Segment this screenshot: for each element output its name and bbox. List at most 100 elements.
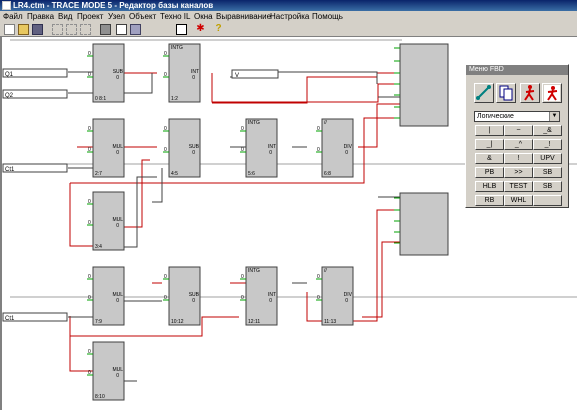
cut-icon[interactable] — [52, 24, 63, 35]
fbd-block[interactable]: 00 SUB00 8:1 — [87, 43, 125, 103]
fbd-block-pin-value: 0 — [88, 349, 91, 355]
menu-edit[interactable]: Правка — [27, 11, 54, 23]
fbd-block-id: 12:11 — [248, 319, 260, 325]
link-icon — [476, 85, 491, 100]
fbd-block[interactable]: //00 DIV011:13 — [316, 266, 354, 326]
fbd-block-header: INTG — [248, 120, 260, 126]
fbd-block-id: 3:4 — [95, 244, 102, 250]
chevron-down-icon[interactable]: ▼ — [549, 112, 559, 121]
input-fields: Q1 Q2 Ct1 Ct1 — [2, 68, 68, 322]
menu-help[interactable]: Помощь — [312, 11, 343, 23]
help-icon[interactable]: ? — [213, 24, 224, 35]
fbd-function-button[interactable]: _^ — [504, 139, 533, 150]
fbd-function-button[interactable]: _! — [533, 139, 562, 150]
fbd-block[interactable]: 00 MUL07:9 — [87, 266, 125, 326]
fbd-block-output-value: 0 — [116, 150, 119, 156]
fbd-block[interactable]: INTG00 INT012:11 — [240, 266, 278, 326]
fbd-block[interactable]: 00 MUL08:10 — [87, 341, 125, 401]
exit-tool-button[interactable] — [542, 83, 562, 103]
fbd-block-pin-value: 0 — [164, 147, 167, 153]
fbd-block-id: 1:2 — [171, 96, 178, 102]
fbd-block-pin-value: 0 — [164, 295, 167, 301]
fbd-block-id: 5:6 — [248, 171, 255, 177]
save-icon[interactable] — [32, 24, 43, 35]
copy-tool-button[interactable] — [496, 83, 516, 103]
fbd-function-button[interactable] — [533, 195, 562, 206]
fbd-block-id: 0 8:1 — [95, 96, 106, 102]
fbd-block[interactable]: INTG00 INT05:6 — [240, 118, 278, 178]
fbd-function-button[interactable]: UPV — [533, 153, 562, 164]
menu-align[interactable]: Выравнивание — [216, 11, 271, 23]
fbd-block-pin-value: 0 — [317, 147, 320, 153]
fbd-function-button[interactable]: TEST — [504, 181, 533, 192]
fbd-block-output-value: 0 — [345, 298, 348, 304]
output-block-top — [394, 43, 449, 127]
fbd-block[interactable]: 00 SUB04:5 — [163, 118, 201, 178]
block-category-select[interactable]: Логические ▼ — [474, 111, 560, 122]
fbd-function-button[interactable]: SB — [533, 181, 562, 192]
run-icon[interactable]: ✱ — [195, 24, 206, 35]
fbd-block[interactable]: 00 MUL03:4 — [87, 191, 125, 251]
exit-man-icon — [544, 85, 560, 101]
fbd-function-button[interactable]: | — [475, 125, 504, 136]
fbd-function-button[interactable]: SB — [533, 167, 562, 178]
input-label-q2: Q2 — [5, 93, 14, 99]
input-label-ct1: Ct1 — [5, 167, 15, 173]
fbd-blocks: 00 SUB00 8:1INTG00 INT01:200 MUL02:700 SUB04… — [87, 43, 354, 401]
fbd-block-id: 8:10 — [95, 394, 105, 400]
fbd-function-button[interactable]: WHL — [504, 195, 533, 206]
menu-techno-il[interactable]: Техно IL — [160, 11, 190, 23]
toolbar: ✱ ? — [0, 23, 577, 37]
fbd-block[interactable]: //00 DIV06:8 — [316, 118, 354, 178]
fbd-function-button[interactable]: >> — [504, 167, 533, 178]
menu-view[interactable]: Вид — [58, 11, 72, 23]
link-tool-button[interactable] — [474, 83, 494, 103]
fbd-block-pin-value: 0 — [317, 126, 320, 132]
window-title: LR4.ctm - TRACE MODE 5 - Редактор базы к… — [13, 1, 214, 10]
fbd-block-pin-value: 0 — [88, 199, 91, 205]
menu-bar: Файл Правка Вид Проект Узел Объект Техно… — [0, 11, 577, 23]
fbd-block-pin-value: 0 — [317, 295, 320, 301]
copy-icon[interactable] — [66, 24, 77, 35]
running-man-icon — [524, 85, 535, 101]
fbd-block-header: INTG — [248, 268, 260, 274]
fbd-block[interactable]: 00 SUB010:12 — [163, 266, 201, 326]
fbd-function-button[interactable]: _& — [533, 125, 562, 136]
menu-windows[interactable]: Окна — [194, 11, 213, 23]
fbd-function-button[interactable]: HLB — [475, 181, 504, 192]
menu-object[interactable]: Объект — [129, 11, 156, 23]
fbd-block-output-value: 0 — [269, 150, 272, 156]
fbd-function-button[interactable]: RB — [475, 195, 504, 206]
run-tool-button[interactable] — [520, 83, 540, 103]
paste-icon[interactable] — [80, 24, 91, 35]
fbd-function-button[interactable]: PB — [475, 167, 504, 178]
fbd-block-id: 10:12 — [171, 319, 184, 325]
grid-icon[interactable] — [116, 24, 127, 35]
fbd-function-button[interactable]: ~ — [504, 125, 533, 136]
menu-project[interactable]: Проект — [77, 11, 103, 23]
zoom-icon[interactable] — [130, 24, 141, 35]
fbd-menu-title: Меню FBD — [466, 65, 568, 75]
title-bar: LR4.ctm - TRACE MODE 5 - Редактор базы к… — [0, 0, 577, 11]
fbd-block-output-value: 0 — [116, 373, 119, 379]
new-icon[interactable] — [4, 24, 15, 35]
input-label-ct1-2: Ct1 — [5, 316, 15, 322]
menu-node[interactable]: Узел — [108, 11, 125, 23]
fbd-block[interactable]: 00 MUL02:7 — [87, 118, 125, 178]
fbd-function-button[interactable]: & — [475, 153, 504, 164]
fbd-block-pin-value: 0 — [241, 147, 244, 153]
fbd-block-pin-value: 0 — [88, 51, 91, 57]
menu-file[interactable]: Файл — [3, 11, 23, 23]
fbd-function-button[interactable]: ! — [504, 153, 533, 164]
open-icon[interactable] — [18, 24, 29, 35]
print-icon[interactable] — [100, 24, 111, 35]
document-copy-icon — [499, 85, 513, 101]
fbd-block[interactable]: INTG00 INT01:2 — [163, 43, 201, 103]
fbd-block-output-value: 0 — [116, 75, 119, 81]
fbd-function-button[interactable]: _| — [475, 139, 504, 150]
fbd-block-id: 11:13 — [324, 319, 336, 325]
properties-icon[interactable] — [176, 24, 187, 35]
fbd-block-pin-value: 0 — [88, 220, 91, 226]
menu-settings[interactable]: Настройка — [270, 11, 309, 23]
fbd-block-pin-value: 0 — [241, 126, 244, 132]
